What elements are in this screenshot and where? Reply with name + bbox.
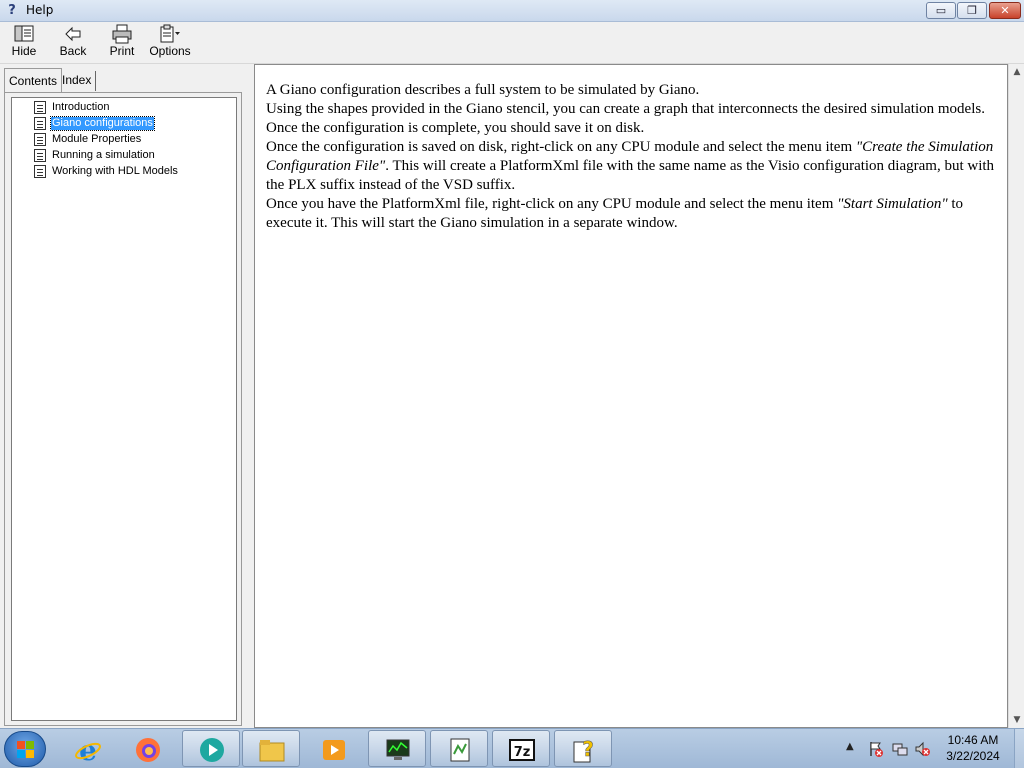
show-desktop-button[interactable] xyxy=(1014,729,1024,768)
back-button[interactable]: Back xyxy=(56,24,90,62)
document-icon xyxy=(34,149,46,162)
taskbar-item-media-app[interactable] xyxy=(182,730,240,767)
close-button[interactable]: ✕ xyxy=(989,2,1021,19)
hide-label: Hide xyxy=(11,44,37,58)
tab-index[interactable]: Index xyxy=(58,71,97,91)
contents-tree[interactable]: Introduction Giano configurations Module… xyxy=(11,97,237,721)
tab-contents[interactable]: Contents xyxy=(4,68,63,92)
document-icon xyxy=(34,101,46,114)
7zip-icon: 7z xyxy=(509,739,535,761)
help-app-icon: ? xyxy=(8,3,16,18)
navigation-pane: Contents Index Introduction Giano config… xyxy=(0,64,246,728)
file-explorer-icon xyxy=(259,740,285,762)
document-icon xyxy=(34,133,46,146)
tab-index-label: Index xyxy=(62,73,92,87)
windows-logo-icon xyxy=(17,741,35,759)
system-monitor-icon xyxy=(386,739,410,760)
paragraph-text: Once you have the PlatformXml file, righ… xyxy=(266,196,838,212)
clock[interactable]: 10:46 AM 3/22/2024 xyxy=(932,732,1014,764)
clock-time: 10:46 AM xyxy=(947,733,999,747)
restore-icon: ❐ xyxy=(967,4,977,17)
taskbar-item-file-explorer[interactable] xyxy=(242,730,300,767)
options-button[interactable]: Options xyxy=(148,24,192,62)
window-title: Help xyxy=(26,3,54,17)
printer-icon xyxy=(112,24,132,44)
vertical-scrollbar[interactable]: ▲ ▼ xyxy=(1008,64,1024,728)
contents-panel: Introduction Giano configurations Module… xyxy=(4,92,242,726)
action-center-warning-icon[interactable] xyxy=(868,741,884,757)
topic-text: A Giano configuration describes a full s… xyxy=(266,81,996,233)
print-button[interactable]: Print xyxy=(104,24,140,62)
restore-button[interactable]: ❐ xyxy=(957,2,987,19)
tree-item-label: Introduction xyxy=(52,101,110,113)
topic-content-pane[interactable]: A Giano configuration describes a full s… xyxy=(254,64,1008,728)
back-arrow-icon xyxy=(65,26,81,42)
paragraph: Once the configuration is complete, you … xyxy=(266,120,645,136)
tree-item-label: Giano configurations xyxy=(50,116,155,131)
volume-muted-icon[interactable] xyxy=(914,741,930,757)
options-icon xyxy=(160,24,180,43)
paragraph-text: Once the configuration is saved on disk,… xyxy=(266,139,856,155)
taskbar-item-7zip[interactable]: 7z xyxy=(492,730,550,767)
scroll-up-icon[interactable]: ▲ xyxy=(1009,64,1024,80)
notepad-plus-plus-icon xyxy=(450,738,470,762)
title-bar[interactable]: ? Help ▭ ❐ ✕ xyxy=(0,0,1024,22)
help-icon: ? xyxy=(573,737,594,763)
show-hidden-icons-icon[interactable]: ▲ xyxy=(846,741,854,752)
document-icon xyxy=(34,117,46,130)
taskbar-item-internet-explorer[interactable]: e xyxy=(58,730,116,767)
menu-item-reference: "Start Simulation" xyxy=(837,196,948,212)
taskbar-item-media-player[interactable] xyxy=(304,730,362,767)
minimize-icon: ▭ xyxy=(935,4,947,17)
paragraph: A Giano configuration describes a full s… xyxy=(266,82,700,98)
minimize-button[interactable]: ▭ xyxy=(926,2,956,19)
taskbar-item-system-monitor[interactable] xyxy=(368,730,426,767)
media-player-icon xyxy=(323,740,345,760)
taskbar-item-notepad-plus-plus[interactable] xyxy=(430,730,488,767)
taskbar-item-firefox[interactable] xyxy=(118,730,176,767)
taskbar: e 7z ? ▲ 10:46 AM 3/22/2024 xyxy=(0,728,1024,768)
options-label: Options xyxy=(149,44,191,58)
hide-pane-icon xyxy=(14,25,34,42)
paragraph: Once you have the PlatformXml file, righ… xyxy=(266,195,996,233)
paragraph: Using the shapes provided in the Giano s… xyxy=(266,101,985,117)
taskbar-item-help[interactable]: ? xyxy=(554,730,612,767)
scroll-down-icon[interactable]: ▼ xyxy=(1009,712,1024,728)
internet-explorer-icon: e xyxy=(75,736,101,764)
network-icon[interactable] xyxy=(892,741,908,757)
firefox-icon xyxy=(136,738,160,762)
nav-tabs: Contents Index xyxy=(2,68,242,92)
paragraph: Once the configuration is saved on disk,… xyxy=(266,138,996,195)
back-label: Back xyxy=(59,44,87,58)
document-icon xyxy=(34,165,46,178)
help-toolbar: Hide Back Print Options xyxy=(0,22,1024,64)
clock-date: 3/22/2024 xyxy=(946,749,1000,763)
tree-item-label: Module Properties xyxy=(52,133,142,145)
tab-contents-label: Contents xyxy=(9,74,58,88)
pane-splitter[interactable] xyxy=(246,64,254,728)
tree-item-label: Running a simulation xyxy=(52,149,155,161)
svg-text:e: e xyxy=(79,736,97,764)
svg-text:7z: 7z xyxy=(514,745,531,760)
media-app-icon xyxy=(200,738,224,762)
start-button[interactable] xyxy=(4,731,46,767)
close-icon: ✕ xyxy=(1000,4,1010,17)
tree-item-label: Working with HDL Models xyxy=(52,165,178,177)
print-label: Print xyxy=(109,44,135,58)
hide-button[interactable]: Hide xyxy=(6,24,42,62)
svg-text:?: ? xyxy=(582,737,594,761)
